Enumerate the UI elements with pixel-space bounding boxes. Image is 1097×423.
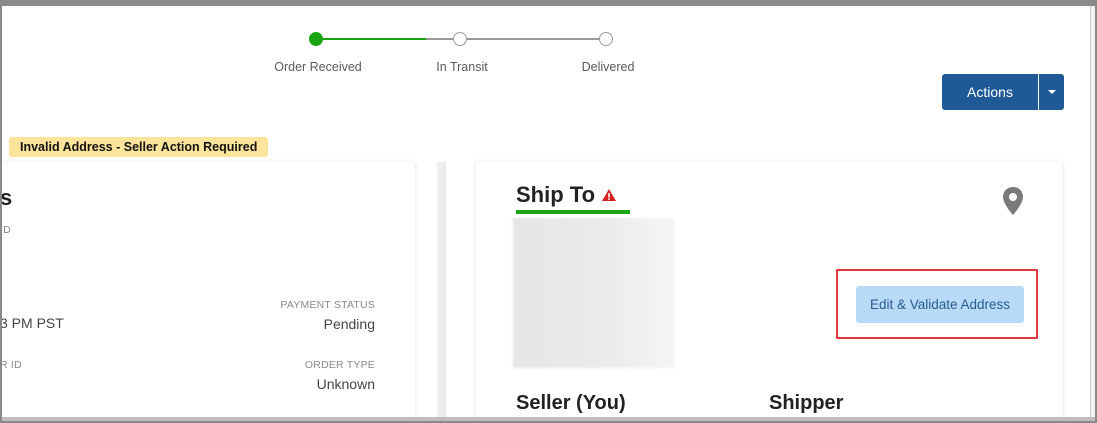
step-dot-in-transit [453, 32, 467, 46]
redacted-address-block [513, 218, 675, 368]
order-type-value: Unknown [316, 376, 375, 392]
payment-status-label: PAYMENT STATUS [280, 299, 375, 311]
warning-triangle-icon [602, 189, 617, 201]
ship-to-title: Ship To [516, 182, 596, 207]
invalid-address-badge: Invalid Address - Seller Action Required [9, 137, 269, 157]
shipper-heading: Shipper [769, 392, 844, 414]
step-label-order-received: Order Received [274, 60, 362, 74]
reference-id-label: R ID [0, 359, 22, 371]
payment-status-value: Pending [323, 316, 375, 332]
order-type-label: ORDER TYPE [304, 359, 375, 371]
ship-to-underline [516, 210, 630, 214]
card-gap [437, 162, 446, 423]
caret-down-icon [1047, 90, 1056, 94]
map-pin-icon[interactable] [1002, 186, 1024, 216]
step-dot-order-received [309, 32, 323, 46]
ship-to-heading: Ship To [516, 182, 617, 208]
actions-split-button: Actions [942, 74, 1064, 110]
edit-validate-address-button[interactable]: Edit & Validate Address [856, 286, 1024, 323]
window-bottom-edge [0, 417, 1097, 423]
step-dot-delivered [599, 32, 613, 46]
window-scroll-edge [1090, 0, 1097, 423]
order-date-value: 3 PM PST [0, 315, 64, 331]
actions-button[interactable]: Actions [942, 74, 1038, 110]
order-details-card: s ID 3 PM PST PAYMENT STATUS Pending R I… [0, 162, 415, 423]
order-id-label: ID [0, 224, 11, 236]
actions-dropdown-toggle[interactable] [1039, 74, 1064, 110]
order-progress-tracker: Order Received In Transit Delivered [260, 28, 660, 88]
ship-to-card: Ship To Edit & Validate Address Seller (… [476, 162, 1062, 423]
seller-heading: Seller (You) [516, 392, 626, 414]
progress-line-complete [316, 38, 426, 40]
step-label-delivered: Delivered [581, 60, 635, 74]
step-label-in-transit: In Transit [436, 60, 488, 74]
order-card-title: s [0, 185, 13, 210]
